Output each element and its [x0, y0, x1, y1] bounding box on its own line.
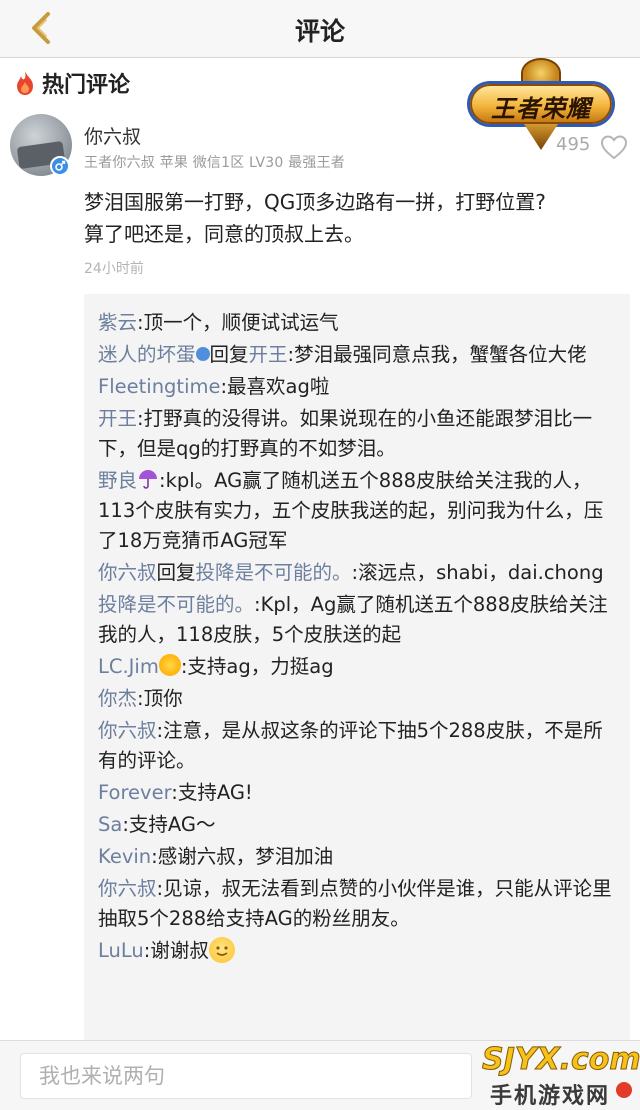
reply-item[interactable]: 你六叔:注意，是从叔这条的评论下抽5个288皮肤，不是所有的评论。 — [98, 716, 622, 776]
reply-author[interactable]: LC.Jim — [98, 655, 159, 678]
umbrella-icon — [137, 468, 159, 490]
reply-text: :见谅，叔无法看到点赞的小伙伴是谁，只能从评论里抽取5个288给支持AG的粉丝朋… — [98, 877, 612, 930]
comment-text: 梦泪国服第一打野，QG顶多边路有一拼，打野位置? 算了吧还是，同意的顶叔上去。 — [84, 186, 614, 250]
flower-icon — [195, 347, 210, 361]
reply-author[interactable]: Kevin — [98, 845, 151, 868]
reply-item[interactable]: 开王:打野真的没得讲。如果说现在的小鱼还能跟梦泪比一下，但是qg的打野真的不如梦… — [98, 404, 622, 464]
reply-item[interactable]: 你六叔:见谅，叔无法看到点赞的小伙伴是谁，只能从评论里抽取5个288给支持AG的… — [98, 874, 622, 934]
sun-icon — [158, 654, 181, 676]
reply-text: :顶你 — [137, 687, 183, 710]
comment-text-line: 算了吧还是，同意的顶叔上去。 — [84, 222, 364, 246]
like-heart-icon[interactable] — [600, 134, 628, 160]
reply-item[interactable]: 迷人的坏蛋 回复开王:梦泪最强同意点我，蟹蟹各位大佬 — [98, 340, 622, 370]
logo-badge: 王者荣耀 — [470, 84, 612, 124]
male-gender-icon — [50, 156, 70, 176]
watermark-domain: SJYX.com — [482, 1042, 640, 1078]
nav-bar: 评论 — [0, 0, 640, 58]
comment-input[interactable]: 我也来说两句 — [20, 1053, 472, 1099]
flame-icon — [17, 71, 33, 95]
reply-text: :支持AG～ — [122, 813, 216, 836]
reply-text: :kpl。AG赢了随机送五个888皮肤给关注我的人，113个皮肤有实力，五个皮肤… — [98, 469, 604, 552]
comment-user-meta: 王者你六叔 苹果 微信1区 LV30 最强王者 — [84, 155, 345, 171]
hot-comments-header: 热门评论 — [14, 66, 130, 100]
hot-comments-label: 热门评论 — [42, 73, 131, 98]
reply-text: :谢谢叔 — [143, 939, 209, 962]
comment-username[interactable]: 你六叔 — [84, 122, 141, 149]
reply-author[interactable]: Forever — [98, 781, 171, 804]
reply-author[interactable]: 投降是不可能的。 — [98, 593, 254, 616]
reply-item[interactable]: LuLu:谢谢叔 — [98, 936, 622, 966]
reply-word: 回复 — [156, 561, 196, 584]
reply-word: 回复 — [209, 343, 249, 366]
logo-text: 王者荣耀 — [491, 95, 591, 123]
reply-item[interactable]: Forever:支持AG! — [98, 778, 622, 808]
logo-tail — [524, 124, 558, 150]
page-title: 评论 — [294, 17, 345, 46]
reply-text: :打野真的没得讲。如果说现在的小鱼还能跟梦泪比一下，但是qg的打野真的不如梦泪。 — [98, 407, 593, 460]
site-watermark: SJYX.com 手机游戏网 — [476, 1038, 640, 1110]
reply-author[interactable]: 开王 — [98, 407, 137, 430]
reply-author[interactable]: 紫云 — [98, 311, 137, 334]
reply-item[interactable]: 野良:kpl。AG赢了随机送五个888皮肤给关注我的人，113个皮肤有实力，五个… — [98, 466, 622, 556]
reply-text: :注意，是从叔这条的评论下抽5个288皮肤，不是所有的评论。 — [98, 719, 603, 772]
reply-target[interactable]: 投降是不可能的。 — [196, 561, 352, 584]
reply-author[interactable]: 你六叔 — [98, 561, 157, 584]
comment-text-line: 梦泪国服第一打野，QG顶多边路有一拼，打野位置? — [84, 190, 546, 214]
reply-author[interactable]: Sa — [98, 813, 122, 836]
comment-time: 24小时前 — [84, 261, 144, 277]
reply-item[interactable]: Sa:支持AG～ — [98, 810, 622, 840]
watermark-dot — [616, 1082, 632, 1098]
reply-author[interactable]: 你六叔 — [98, 877, 157, 900]
reply-author[interactable]: 野良 — [98, 469, 137, 492]
reply-text: :最喜欢ag啦 — [220, 375, 330, 398]
reply-item[interactable]: LC.Jim :支持ag，力挺ag — [98, 652, 622, 682]
reply-author[interactable]: LuLu — [98, 939, 144, 962]
reply-item[interactable]: 你杰:顶你 — [98, 684, 622, 714]
reply-item[interactable]: 紫云:顶一个，顺便试试运气 — [98, 308, 622, 338]
reply-author[interactable]: 迷人的坏蛋 — [98, 343, 196, 366]
smile-icon — [208, 937, 235, 963]
reply-text: :感谢六叔，梦泪加油 — [151, 845, 334, 868]
reply-text: :梦泪最强同意点我，蟹蟹各位大佬 — [287, 343, 587, 366]
reply-text: :支持ag，力挺ag — [180, 655, 334, 678]
reply-text: :滚远点，shabi，dai.chong — [351, 561, 604, 584]
reply-text: :顶一个，顺便试试运气 — [137, 311, 339, 334]
reply-author[interactable]: 你杰 — [98, 687, 137, 710]
reply-item[interactable]: Kevin:感谢六叔，梦泪加油 — [98, 842, 622, 872]
reply-author[interactable]: 你六叔 — [98, 719, 157, 742]
reply-target[interactable]: 开王 — [249, 343, 288, 366]
reply-text: :支持AG! — [171, 781, 253, 804]
game-logo: 王者荣耀 — [466, 58, 616, 154]
watermark-site-name: 手机游戏网 — [490, 1084, 611, 1109]
reply-author[interactable]: Fleetingtime — [98, 375, 220, 398]
replies-list: 紫云:顶一个，顺便试试运气 迷人的坏蛋 回复开王:梦泪最强同意点我，蟹蟹各位大佬 Fl… — [84, 294, 630, 1054]
like-count: 495 — [556, 134, 591, 155]
reply-item[interactable]: 你六叔回复投降是不可能的。:滚远点，shabi，dai.chong — [98, 558, 622, 588]
reply-item[interactable]: 投降是不可能的。:Kpl，Ag赢了随机送五个888皮肤给关注我的人，118皮肤，… — [98, 590, 622, 650]
reply-item[interactable]: Fleetingtime:最喜欢ag啦 — [98, 372, 622, 402]
